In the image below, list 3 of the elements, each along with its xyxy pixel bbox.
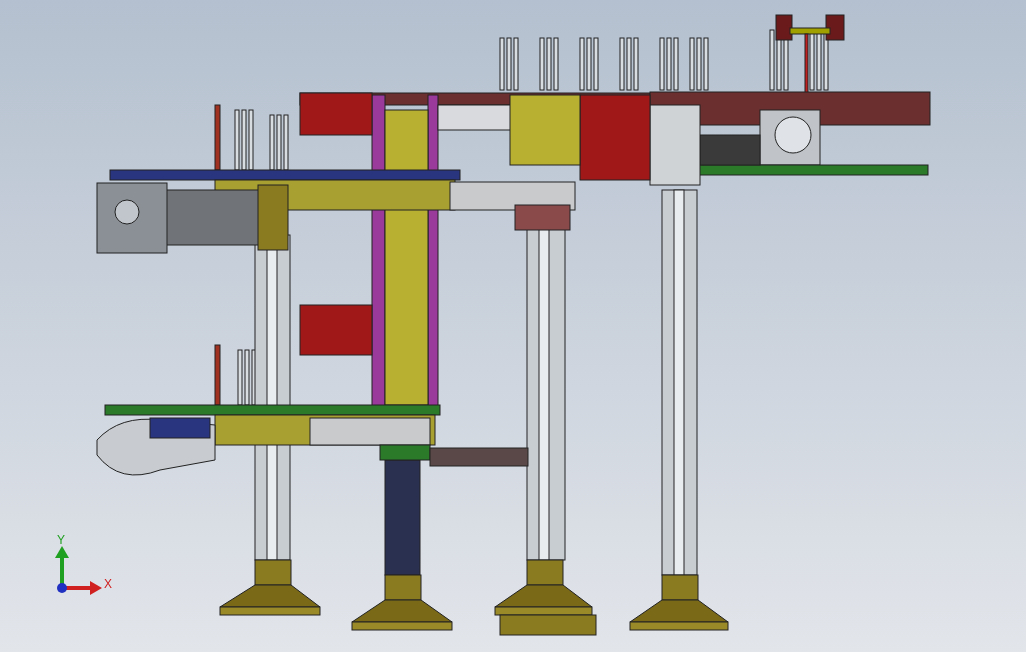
- axis-triad-icon: [55, 546, 102, 595]
- axis-label: X: [104, 577, 112, 591]
- axis-label: Y: [57, 533, 65, 547]
